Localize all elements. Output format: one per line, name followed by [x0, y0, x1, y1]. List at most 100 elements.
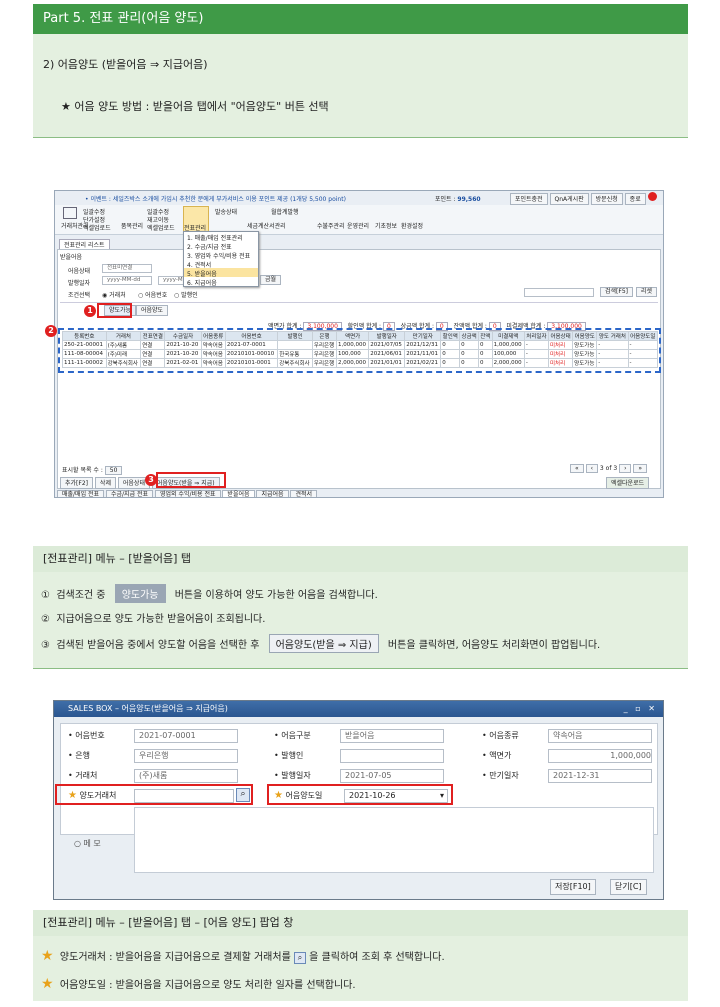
divider-2	[33, 668, 688, 669]
section2-title: [전표관리] 메뉴 – [받을어음] 탭	[33, 546, 688, 572]
save-button[interactable]: 저장[F10]	[550, 879, 596, 895]
ribbon-excel[interactable]: 엑셀업로드	[83, 223, 111, 232]
excel-download-button[interactable]: 엑셀다운로드	[606, 477, 650, 489]
field-value[interactable]: 받을어음	[340, 729, 444, 743]
radio-bill-no-label: 어음번호	[145, 292, 168, 299]
part-title: Part 5. 전표 관리(어음 양도)	[33, 4, 688, 34]
method-line: ★ 어음 양도 방법 : 받을어음 탭에서 "어음양도" 버튼 선택	[61, 100, 329, 113]
ribbon: 거래처관리 일괄수정 단가설정 엑셀업로드 품목관리 일괄수정 재고이동 엑셀업…	[55, 205, 663, 235]
exit-button[interactable]: 종료	[624, 193, 646, 205]
subtab-receivable[interactable]: 받을어음	[60, 252, 82, 261]
memo-textarea[interactable]	[134, 807, 654, 873]
step-2-num: ②	[41, 614, 50, 625]
client-icon[interactable]	[63, 207, 77, 219]
qna-button[interactable]: QnA게시판	[549, 193, 589, 205]
ribbon-stock-week[interactable]: 수불주관리	[317, 221, 345, 230]
highlight-date	[267, 784, 453, 805]
close-button[interactable]: 닫기[C]	[610, 879, 647, 895]
menu-item-payable[interactable]: 6. 지급어음	[184, 277, 258, 287]
bottom-tab-collect[interactable]: 수금/지급 전표	[105, 490, 154, 497]
field-label-text: 어음번호	[75, 731, 105, 740]
step-1-pre: 검색조건 중	[56, 590, 106, 601]
field-value[interactable]	[340, 749, 444, 763]
filter-status-select[interactable]: 전표미연결	[102, 264, 152, 273]
field-label: • 만기일자	[482, 771, 519, 780]
ribbon-excel-2[interactable]: 엑셀업로드	[147, 223, 175, 232]
popup-title: SALES BOX – 어음양도(받을어음 ⇒ 지급어음)	[68, 704, 228, 713]
close-icon[interactable]	[647, 192, 657, 201]
charge-button[interactable]: 포인트충전	[510, 193, 548, 205]
section2-panel: ① 검색조건 중 양도가능 버튼을 이용하여 양도 가능한 어음을 검색합니다.…	[33, 572, 688, 668]
radio-client[interactable]: ◉ 거래처	[102, 290, 126, 299]
section3-panel: ★ 양도거래처 : 받을어음을 지급어음으로 결제할 거래처를 ⌕ 을 클릭하여…	[33, 936, 688, 1001]
points-label: 포인트 :	[435, 196, 456, 203]
ribbon-monthly[interactable]: 월합계발행	[271, 207, 299, 216]
menu-item-sales[interactable]: 1. 매출/매입 전표관리	[184, 232, 258, 242]
step-3-post: 버튼을 클릭하면, 어음양도 처리화면이 팝업됩니다.	[387, 640, 601, 651]
bottom-tab-payable[interactable]: 지급어음	[256, 490, 289, 497]
prev-page-button[interactable]: ‹	[585, 464, 598, 473]
ribbon-item[interactable]: 품목관리	[121, 221, 143, 230]
note-partner-text: 양도거래처 : 받을어음을 지급어음으로 결제할 거래처를	[59, 952, 291, 963]
search-input[interactable]	[524, 288, 594, 297]
first-page-button[interactable]: «	[570, 464, 584, 473]
field-label: • 거래처	[68, 771, 98, 780]
visit-button[interactable]: 방문신청	[590, 193, 623, 205]
badge-2: 2	[45, 325, 57, 337]
step-1: ① 검색조건 중 양도가능 버튼을 이용하여 양도 가능한 어음을 검색합니다.	[41, 584, 378, 603]
ribbon-settings[interactable]: 환경설정	[401, 221, 423, 230]
field-value[interactable]: 2021-12-31	[548, 769, 652, 783]
step-1-button: 양도가능	[114, 584, 166, 603]
bottom-tab-nonop[interactable]: 영업외 수익/비용 전표	[154, 490, 221, 497]
field-label-text: 발행인	[281, 751, 304, 760]
field-label: • 어음구분	[274, 731, 311, 740]
menu-item-estimate[interactable]: 4. 견적서	[184, 259, 258, 269]
note-partner: ★ 양도거래처 : 받을어음을 지급어음으로 결제할 거래처를 ⌕ 을 클릭하여…	[41, 948, 445, 964]
field-value[interactable]: 2021-07-0001	[134, 729, 238, 743]
bottom-tab-estimate[interactable]: 견적서	[290, 490, 318, 497]
ribbon-send-status[interactable]: 발송상태	[215, 207, 237, 216]
filter-date-label: 발행일자	[68, 280, 91, 287]
ribbon-base[interactable]: 기초정보	[375, 221, 397, 230]
badge-1: 1	[84, 305, 96, 317]
memo-text: 메 모	[83, 839, 101, 848]
date-from-input[interactable]: yyyy-MM-dd	[102, 276, 152, 285]
field-label: • 발행인	[274, 751, 304, 760]
month-button[interactable]: 금월	[260, 275, 282, 285]
add-button[interactable]: 추가[F2]	[60, 477, 93, 489]
reset-button[interactable]: 리셋	[636, 287, 658, 297]
step-2-text: 지급어음으로 양도 가능한 받을어음이 조회됩니다.	[56, 614, 266, 625]
display-count-select[interactable]: 50	[104, 466, 123, 475]
field-label-text: 거래처	[75, 771, 98, 780]
delete-button[interactable]: 삭제	[94, 477, 116, 489]
field-label: • 은행	[68, 751, 90, 760]
radio-issuer[interactable]: ○ 발행인	[174, 290, 198, 299]
field-value[interactable]: 우리은행	[134, 749, 238, 763]
event-notice: • 이벤트 : 세일즈박스 소개에 가입시 추천한 분에게 부가서비스 이용 포…	[85, 196, 346, 203]
ribbon-operation[interactable]: 운영관리	[347, 221, 369, 230]
transfer-small-button[interactable]: 어음양도	[136, 305, 169, 316]
menu-item-nonop[interactable]: 3. 영업와 수익/비용 전표	[184, 250, 258, 260]
page-indicator: 3 of 3	[599, 465, 618, 472]
filter-divider	[60, 302, 658, 303]
last-page-button[interactable]: »	[633, 464, 648, 473]
field-value[interactable]: (주)새롬	[134, 769, 238, 783]
field-value[interactable]: 2021-07-05	[340, 769, 444, 783]
step-1-post: 버튼을 이용하여 양도 가능한 어음을 검색합니다.	[174, 590, 378, 601]
step-3: ③ 검색된 받을어음 중에서 양도할 어음을 선택한 후 어음양도(받을 ⇒ 지…	[41, 634, 600, 653]
menu-item-receivable[interactable]: 5. 받을어음	[184, 268, 258, 278]
points: 포인트 : 99,560	[435, 194, 481, 203]
badge-3: 3	[145, 474, 157, 486]
radio-bill-no[interactable]: ○ 어음번호	[138, 290, 167, 299]
field-value[interactable]: 약속어음	[548, 729, 652, 743]
next-page-button[interactable]: ›	[619, 464, 632, 473]
field-value[interactable]: 1,000,000	[548, 749, 652, 763]
bottom-tab-sales[interactable]: 매출/매입 전표	[57, 490, 105, 497]
search-button[interactable]: 검색[F5]	[600, 287, 633, 297]
menu-item-collect[interactable]: 2. 수금/지급 전표	[184, 241, 258, 251]
bottom-tab-receivable[interactable]: 받을어음	[222, 490, 255, 497]
field-label-text: 어음구분	[281, 731, 311, 740]
window-controls[interactable]: _ ▫ ✕	[624, 701, 655, 717]
search-icon-inline: ⌕	[293, 952, 306, 964]
ribbon-tax[interactable]: 세금계산서관리	[247, 221, 286, 230]
